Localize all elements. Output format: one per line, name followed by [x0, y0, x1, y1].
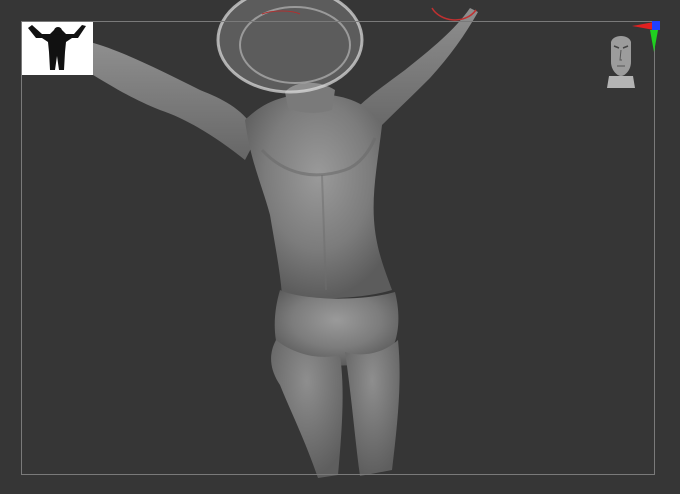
y-axis-arrow	[650, 30, 658, 52]
3d-viewport[interactable]	[0, 0, 680, 494]
model-torso	[245, 94, 392, 299]
model-right-leg	[345, 340, 400, 476]
xyz-axis-icon[interactable]	[628, 16, 668, 56]
navigator-thumbnail[interactable]	[22, 22, 93, 75]
model-left-leg	[271, 340, 343, 478]
figure-silhouette-icon	[28, 25, 86, 70]
sculpt-model[interactable]	[0, 0, 680, 494]
x-axis-arrow	[632, 22, 654, 30]
z-axis-box	[652, 21, 660, 30]
